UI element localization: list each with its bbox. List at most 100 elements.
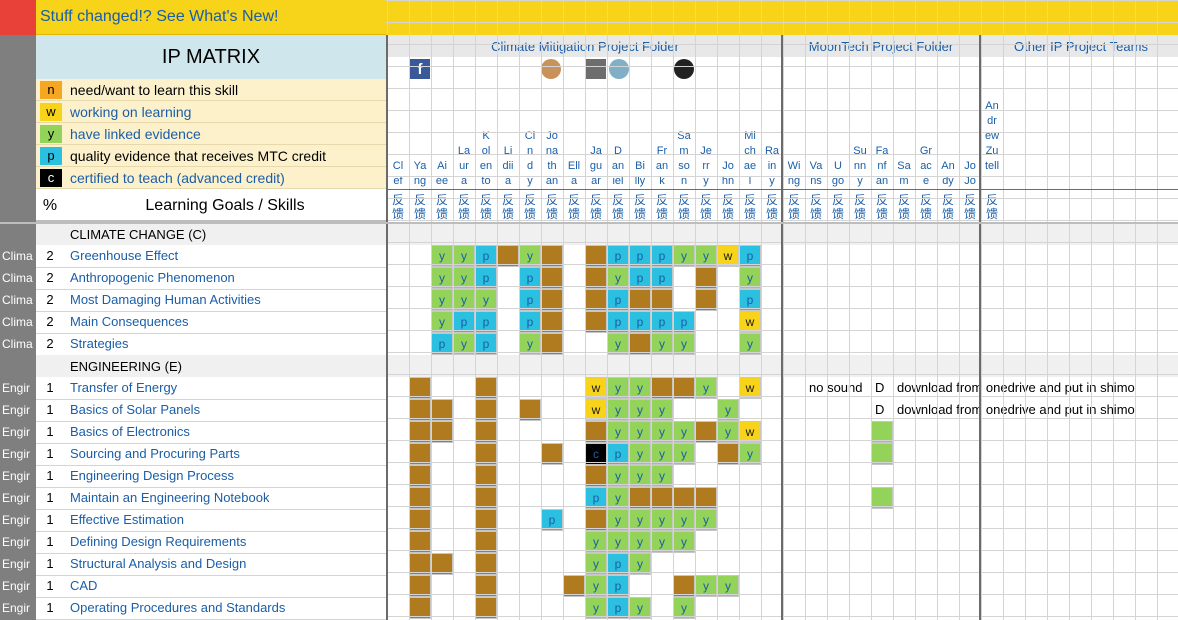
person-name[interactable]: Ci n d y: [519, 129, 541, 189]
legend-text: certified to teach (advanced credit): [70, 170, 285, 186]
person-name[interactable]: Sa m so n: [673, 129, 695, 189]
person-name[interactable]: Bi lly: [629, 159, 651, 189]
person-name[interactable]: Kol en to: [475, 129, 497, 189]
cell-code: p: [526, 315, 534, 329]
skill-link[interactable]: Maintain an Engineering Notebook: [70, 490, 269, 505]
person-name[interactable]: Su nn y: [849, 144, 871, 189]
skill-link[interactable]: Sourcing and Procuring Parts: [70, 446, 240, 461]
grid-col-line: [519, 0, 520, 620]
cell-code: p: [658, 271, 666, 285]
moontech-folder-link[interactable]: MoonTech Project Folder: [786, 39, 976, 54]
person-name[interactable]: Mi ch ae l: [739, 129, 761, 189]
cell-code: y: [747, 337, 753, 351]
person-name[interactable]: Ra in y: [761, 144, 783, 189]
person-name[interactable]: Ja gu ar: [585, 144, 607, 189]
legend-text: need/want to learn this skill: [70, 82, 239, 98]
row-tag: Clima: [2, 337, 33, 351]
row-divider: [36, 575, 386, 576]
cell-code: w: [745, 425, 755, 439]
skill-link[interactable]: Operating Procedures and Standards: [70, 600, 285, 615]
whats-new-banner[interactable]: Stuff changed!? See What's New!: [36, 0, 386, 35]
person-name-line: La: [457, 145, 471, 157]
person-name[interactable]: Ya ng: [409, 159, 431, 189]
skill-link[interactable]: Transfer of Energy: [70, 380, 177, 395]
legend-row: c certified to teach (advanced credit): [36, 167, 386, 189]
cell-code: y: [659, 403, 665, 417]
skill-link[interactable]: CAD: [70, 578, 97, 593]
person-name-line: dii: [502, 160, 514, 172]
folder-divider: [979, 35, 981, 620]
cell-code: p: [614, 293, 622, 307]
row-percent: 2: [46, 270, 54, 285]
person-name-line: D: [614, 145, 622, 157]
person-name[interactable]: Fa nf an: [871, 144, 893, 189]
row-divider: [36, 509, 386, 510]
skill-link[interactable]: Basics of Solar Panels: [70, 402, 200, 417]
skill-link[interactable]: Strategies: [70, 336, 129, 351]
grid-col-line: [739, 0, 740, 620]
grid-col-line: [607, 0, 608, 620]
person-name[interactable]: Sa m: [893, 159, 915, 189]
grid-col-line: [497, 0, 498, 620]
person-name-line: rr: [702, 160, 710, 172]
percent-header: %: [42, 197, 58, 214]
skill-link[interactable]: Defining Design Requirements: [70, 534, 246, 549]
person-name[interactable]: Ai ee: [431, 159, 453, 189]
row-percent: 1: [46, 556, 54, 571]
note-mark: D: [875, 380, 885, 395]
row-tag: Engir: [2, 535, 31, 549]
person-name-line: nn: [853, 160, 867, 172]
cell-code: y: [637, 469, 643, 483]
cell-code: y: [615, 491, 621, 505]
grid-col-line: [409, 0, 410, 620]
skill-link[interactable]: Greenhouse Effect: [70, 248, 178, 263]
person-name[interactable]: Va ns: [805, 159, 827, 189]
person-name[interactable]: Jo Jo: [959, 159, 981, 189]
person-name[interactable]: Dan iel: [607, 144, 629, 189]
avatar: [586, 59, 606, 79]
person-name-line: Bi: [635, 160, 645, 172]
person-name[interactable]: Li dii a: [497, 144, 519, 189]
cell-code: y: [593, 535, 599, 549]
legend-text: quality evidence that receives MTC credi…: [70, 148, 326, 164]
cell-code: y: [681, 535, 687, 549]
person-name[interactable]: An dy: [937, 159, 959, 189]
person-name[interactable]: Ugo: [827, 159, 849, 189]
skill-link[interactable]: Structural Analysis and Design: [70, 556, 246, 571]
skill-link[interactable]: Effective Estimation: [70, 512, 184, 527]
cell-code: y: [637, 535, 643, 549]
feedback-underline: [0, 222, 1178, 224]
skill-link[interactable]: Basics of Electronics: [70, 424, 190, 439]
whats-new-link[interactable]: Stuff changed!? See What's New!: [40, 8, 278, 26]
row-percent: 2: [46, 292, 54, 307]
person-name[interactable]: Fr an k: [651, 144, 673, 189]
person-name[interactable]: Jo hn: [717, 159, 739, 189]
cell-code: y: [461, 337, 467, 351]
person-name[interactable]: La ur a: [453, 144, 475, 189]
person-name[interactable]: Je rr y: [695, 144, 717, 189]
skill-link[interactable]: Main Consequences: [70, 314, 189, 329]
cell-code: w: [745, 381, 755, 395]
other-teams-link[interactable]: Other IP Project Teams: [986, 39, 1176, 54]
person-name[interactable]: Gr ac e: [915, 144, 937, 189]
red-corner: [0, 0, 36, 35]
person-name[interactable]: Wi ng: [783, 159, 805, 189]
cell-code: y: [615, 535, 621, 549]
row-divider: [36, 465, 386, 466]
cell-code: y: [747, 447, 753, 461]
grid-col-line: [893, 0, 894, 620]
person-name[interactable]: Cl ef: [387, 159, 409, 189]
legend-text: working on learning: [70, 104, 192, 120]
person-name-line: ac: [920, 160, 932, 172]
row-percent: 1: [46, 424, 54, 439]
person-name[interactable]: Ell a: [563, 159, 585, 189]
cell-code: y: [703, 513, 709, 527]
grid-col-line: [629, 0, 630, 620]
person-name[interactable]: Jo na th an: [541, 129, 563, 189]
skill-link[interactable]: Engineering Design Process: [70, 468, 234, 483]
skill-link[interactable]: Most Damaging Human Activities: [70, 292, 261, 307]
facebook-icon[interactable]: f: [410, 59, 430, 79]
spreadsheet: Stuff changed!? See What's New! IP MATRI…: [0, 0, 1178, 620]
person-name-line: Je: [700, 145, 712, 157]
skill-link[interactable]: Anthropogenic Phenomenon: [70, 270, 235, 285]
